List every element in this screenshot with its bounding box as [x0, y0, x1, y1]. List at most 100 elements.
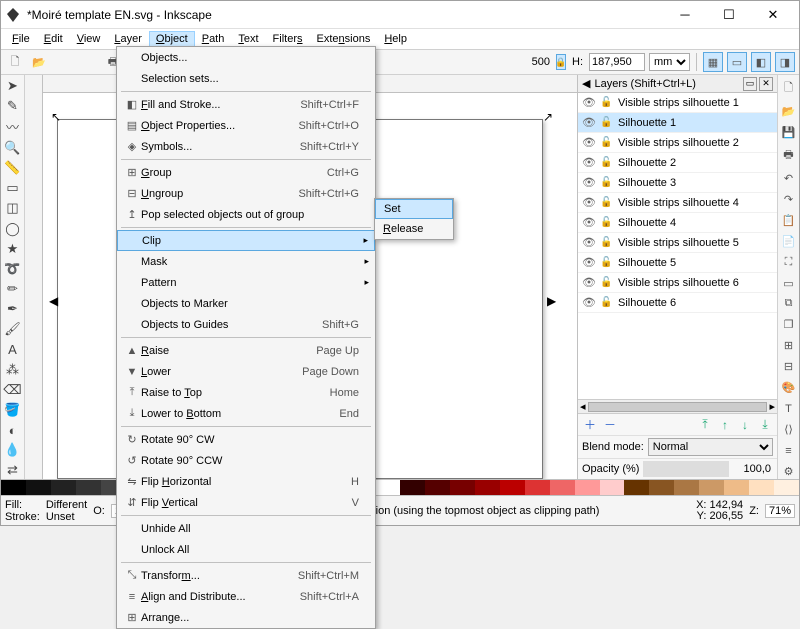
close-button[interactable]: ✕ [751, 2, 795, 28]
layer-row[interactable]: 👁🔓Silhouette 1 [578, 113, 777, 133]
palette-swatch[interactable] [51, 480, 76, 495]
cmd-copy-icon[interactable]: 📋 [779, 213, 799, 228]
lock-icon[interactable]: 🔓 [600, 177, 612, 188]
selector-tool-icon[interactable]: ➤ [3, 77, 23, 94]
cmd-zoom-page-icon[interactable]: ▭ [779, 276, 799, 291]
eye-icon[interactable]: 👁 [582, 96, 594, 109]
menu-edit[interactable]: Edit [37, 31, 70, 47]
menu-unhide-all[interactable]: Unhide All [117, 518, 375, 539]
layer-top-icon[interactable]: ⤒ [697, 417, 713, 433]
star-tool-icon[interactable]: ★ [3, 240, 23, 257]
fill-indicator[interactable]: Fill: Stroke: [5, 499, 40, 523]
lock-icon[interactable]: 🔓 [600, 137, 612, 148]
layer-hscroll[interactable]: ◂ ▸ [578, 399, 777, 413]
cmd-save-icon[interactable]: 💾 [779, 125, 799, 140]
height-input[interactable] [589, 53, 645, 71]
cmd-paste-icon[interactable]: 📄 [779, 234, 799, 249]
lock-icon[interactable]: 🔓 [600, 277, 612, 288]
cmd-prefs-icon[interactable]: ⚙ [779, 464, 799, 479]
eye-icon[interactable]: 👁 [582, 156, 594, 169]
palette-swatch[interactable] [774, 480, 799, 495]
palette-swatch[interactable] [600, 480, 625, 495]
cmd-fill-icon[interactable]: 🎨 [779, 380, 799, 395]
palette-swatch[interactable] [500, 480, 525, 495]
lock-aspect-icon[interactable]: 🔒 [556, 54, 566, 70]
menu-unlock-all[interactable]: Unlock All [117, 539, 375, 560]
cmd-zoom-fit-icon[interactable]: ⛶ [779, 255, 799, 270]
calligraphy-tool-icon[interactable]: 🖌 [3, 321, 23, 338]
menu-selection-sets[interactable]: Selection sets... [117, 68, 375, 89]
layer-row[interactable]: 👁🔓Visible strips silhouette 5 [578, 233, 777, 253]
menu-clip[interactable]: Clip▸ [117, 230, 375, 251]
layer-down-icon[interactable]: ↓ [737, 417, 753, 433]
menu-objects-to-guides[interactable]: Objects to GuidesShift+G [117, 314, 375, 335]
eye-icon[interactable]: 👁 [582, 196, 594, 209]
palette-swatch[interactable] [724, 480, 749, 495]
layer-row[interactable]: 👁🔓Visible strips silhouette 4 [578, 193, 777, 213]
layer-up-icon[interactable]: ↑ [717, 417, 733, 433]
rect-tool-icon[interactable]: ▭ [3, 180, 23, 197]
lock-icon[interactable]: 🔓 [600, 297, 612, 308]
eye-icon[interactable]: 👁 [582, 236, 594, 249]
cmd-group-icon[interactable]: ⊞ [779, 338, 799, 353]
zoom-value[interactable]: 71% [765, 504, 795, 518]
menu-objects[interactable]: Objects... [117, 47, 375, 68]
bucket-tool-icon[interactable]: 🪣 [3, 401, 23, 418]
bezier-tool-icon[interactable]: ✒ [3, 301, 23, 318]
panel-float-icon[interactable]: ▭ [743, 77, 757, 91]
menu-object-properties[interactable]: ▤Object Properties...Shift+Ctrl+O [117, 115, 375, 136]
lock-icon[interactable]: 🔓 [600, 217, 612, 228]
menu-rotate-cw[interactable]: ↻Rotate 90° CW [117, 429, 375, 450]
new-icon[interactable]: 🗋 [5, 52, 25, 72]
menu-objects-to-marker[interactable]: Objects to Marker [117, 293, 375, 314]
palette-swatch[interactable] [375, 480, 400, 495]
lock-icon[interactable]: 🔓 [600, 197, 612, 208]
layer-bottom-icon[interactable]: ⤓ [757, 417, 773, 433]
layer-row[interactable]: 👁🔓Silhouette 5 [578, 253, 777, 273]
lock-icon[interactable]: 🔓 [600, 97, 612, 108]
eye-icon[interactable]: 👁 [582, 296, 594, 309]
sel-handle-ne[interactable]: ↗ [543, 113, 551, 121]
gradient-tool-icon[interactable]: ◐ [3, 422, 23, 439]
menu-extensions[interactable]: Extensions [310, 31, 378, 47]
scroll-right-icon[interactable]: ▸ [769, 400, 775, 413]
menu-object[interactable]: Object [149, 31, 195, 47]
minimize-button[interactable]: ─ [663, 2, 707, 28]
node-tool-icon[interactable]: ✎ [3, 97, 23, 114]
palette-swatch[interactable] [550, 480, 575, 495]
eye-icon[interactable]: 👁 [582, 176, 594, 189]
eraser-tool-icon[interactable]: ⌫ [3, 381, 23, 398]
menu-flip-h[interactable]: ⇋Flip HorizontalH [117, 471, 375, 492]
dock-icon[interactable]: ◀ [582, 77, 590, 90]
menu-align[interactable]: ≡Align and Distribute...Shift+Ctrl+A [117, 586, 375, 607]
menu-pattern[interactable]: Pattern▸ [117, 272, 375, 293]
maximize-button[interactable]: ☐ [707, 2, 751, 28]
pencil-tool-icon[interactable]: ✏ [3, 280, 23, 297]
lock-icon[interactable]: 🔓 [600, 157, 612, 168]
cmd-ungroup-icon[interactable]: ⊟ [779, 359, 799, 374]
cmd-clone-icon[interactable]: ❐ [779, 317, 799, 332]
menu-path[interactable]: Path [195, 31, 232, 47]
cmd-redo-icon[interactable]: ↷ [779, 192, 799, 207]
eye-icon[interactable]: 👁 [582, 276, 594, 289]
cmd-text-icon[interactable]: T [779, 401, 799, 416]
cmd-xml-icon[interactable]: ⟨⟩ [779, 422, 799, 437]
connector-tool-icon[interactable]: ⇄ [3, 462, 23, 479]
affect-corners-icon[interactable]: ▭ [727, 52, 747, 72]
opacity-slider[interactable] [643, 461, 729, 477]
eye-icon[interactable]: 👁 [582, 136, 594, 149]
menu-lower[interactable]: ▼LowerPage Down [117, 361, 375, 382]
menu-view[interactable]: View [70, 31, 108, 47]
layer-row[interactable]: 👁🔓Visible strips silhouette 2 [578, 133, 777, 153]
cmd-duplicate-icon[interactable]: ⧉ [779, 297, 799, 312]
menu-arrange[interactable]: ⊞Arrange... [117, 607, 375, 628]
measure-tool-icon[interactable]: 📏 [3, 159, 23, 176]
clip-release[interactable]: Release [375, 219, 453, 239]
unit-select[interactable]: mm [649, 53, 690, 71]
menu-ungroup[interactable]: ⊟UngroupShift+Ctrl+G [117, 183, 375, 204]
tweak-tool-icon[interactable]: 〰 [3, 117, 23, 136]
cmd-align-icon[interactable]: ≡ [779, 443, 799, 458]
cmd-open-icon[interactable]: 📂 [779, 104, 799, 119]
palette-swatch[interactable] [76, 480, 101, 495]
menu-fill-stroke[interactable]: ◧Fill and Stroke...Shift+Ctrl+F [117, 94, 375, 115]
